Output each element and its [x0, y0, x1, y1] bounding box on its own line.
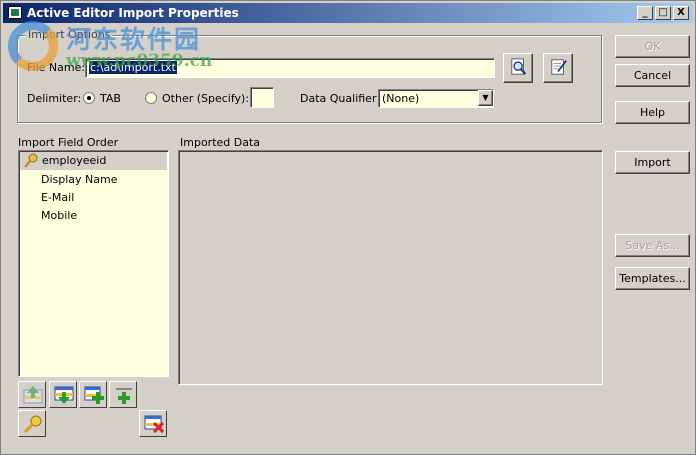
templates-button[interactable]: Templates...: [615, 267, 690, 290]
set-key-button[interactable]: [18, 410, 46, 437]
key-icon: [23, 415, 42, 433]
minimize-button[interactable]: _: [637, 6, 653, 20]
delete-row-icon: [144, 415, 164, 433]
add-field-button[interactable]: [79, 381, 107, 408]
field-order-list[interactable]: employeeid Display Name E-Mail Mobile: [18, 150, 169, 377]
key-icon: [24, 153, 38, 168]
field-name: E-Mail: [41, 191, 75, 204]
file-name-label: File Name:: [27, 61, 86, 74]
save-as-button[interactable]: Save As...: [615, 234, 690, 257]
file-name-input[interactable]: c:\ad\import.txt: [85, 58, 495, 78]
import-options-label: Import Options: [26, 28, 113, 41]
search-file-icon: [511, 58, 527, 75]
window-title: Active Editor Import Properties: [27, 6, 239, 20]
edit-file-button[interactable]: [543, 53, 573, 83]
move-down-icon: [54, 386, 74, 404]
import-button[interactable]: Import: [615, 151, 690, 174]
move-down-button[interactable]: [49, 381, 77, 408]
dialog-window: Active Editor Import Properties _ □ X Im…: [0, 0, 696, 455]
tab-label: TAB: [100, 92, 121, 105]
data-qualifier-label: Data Qualifier: [300, 92, 377, 105]
data-qualifier-select[interactable]: (None) ▼: [378, 89, 494, 108]
imported-data-pane[interactable]: [178, 150, 603, 385]
file-name-value: c:\ad\import.txt: [89, 61, 177, 74]
move-up-icon: [23, 386, 43, 404]
edit-document-icon: [551, 59, 567, 75]
cancel-button[interactable]: Cancel: [615, 64, 690, 87]
ok-button[interactable]: OK: [615, 35, 690, 58]
browse-button[interactable]: [503, 53, 533, 83]
help-button[interactable]: Help: [615, 101, 690, 124]
field-order-label: Import Field Order: [18, 136, 119, 149]
other-radio[interactable]: [145, 92, 157, 104]
title-bar[interactable]: Active Editor Import Properties _ □ X: [3, 3, 693, 23]
imported-data-label: Imported Data: [180, 136, 261, 149]
list-item[interactable]: Mobile: [19, 207, 168, 225]
maximize-button[interactable]: □: [655, 6, 671, 20]
insert-separator-icon: [116, 388, 132, 404]
list-item[interactable]: Display Name: [19, 171, 168, 189]
app-icon: [8, 6, 22, 19]
field-name: Display Name: [41, 173, 118, 186]
delete-field-button[interactable]: [139, 410, 167, 437]
tab-radio[interactable]: [83, 92, 95, 104]
list-item[interactable]: employeeid: [20, 152, 167, 170]
move-up-button[interactable]: [18, 381, 46, 408]
other-label: Other (Specify):: [162, 92, 250, 105]
other-delimiter-input[interactable]: [250, 87, 274, 108]
list-item[interactable]: E-Mail: [19, 189, 168, 207]
insert-field-button[interactable]: [109, 381, 137, 408]
add-row-icon: [84, 386, 104, 404]
close-button[interactable]: X: [673, 6, 689, 20]
field-name: Mobile: [41, 209, 78, 222]
field-name: employeeid: [42, 154, 107, 167]
delimiter-label: Delimiter:: [27, 92, 82, 105]
chevron-down-icon[interactable]: ▼: [478, 90, 493, 106]
data-qualifier-value: (None): [382, 92, 420, 105]
